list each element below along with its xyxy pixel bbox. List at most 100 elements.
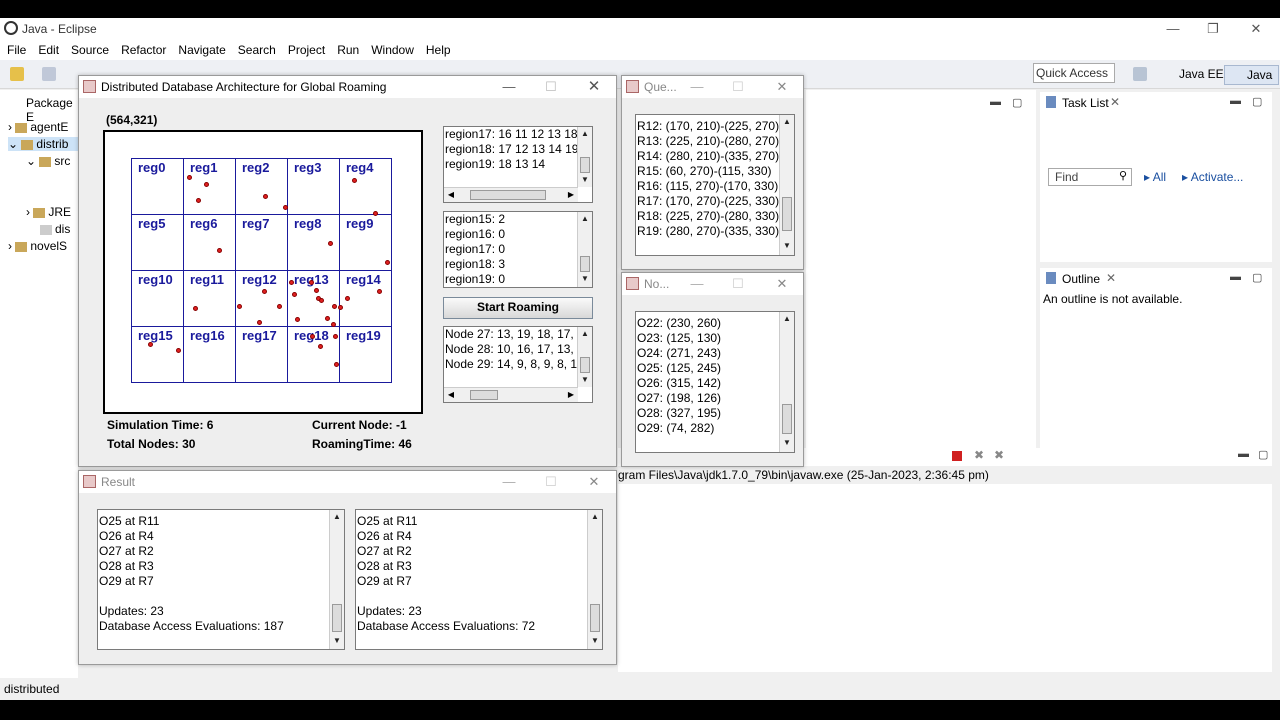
- restore-icon[interactable]: ❐: [1198, 20, 1228, 38]
- menu-search[interactable]: Search: [231, 40, 281, 57]
- scroll-left-icon[interactable]: ◀: [444, 388, 458, 402]
- tree-item-src[interactable]: ⌄ src: [26, 154, 70, 168]
- region-cell-reg1: reg1: [183, 158, 236, 215]
- scroll-thumb[interactable]: [580, 357, 590, 373]
- save-icon[interactable]: [42, 67, 56, 81]
- scroll-thumb[interactable]: [782, 404, 792, 434]
- open-perspective-icon[interactable]: [1133, 67, 1147, 81]
- scroll-thumb[interactable]: [580, 157, 590, 173]
- vertical-scrollbar[interactable]: ▲ ▼: [587, 510, 602, 649]
- scroll-up-icon[interactable]: ▲: [578, 127, 592, 141]
- scroll-up-icon[interactable]: ▲: [588, 510, 602, 524]
- terminate-icon[interactable]: [952, 451, 962, 461]
- scroll-up-icon[interactable]: ▲: [578, 327, 592, 341]
- menu-project[interactable]: Project: [281, 40, 330, 57]
- scroll-thumb[interactable]: [580, 256, 590, 272]
- find-input[interactable]: Find ⚲: [1048, 168, 1132, 186]
- minimize-icon[interactable]: ▬: [1230, 95, 1241, 107]
- scroll-up-icon[interactable]: ▲: [578, 212, 592, 226]
- nodes-list[interactable]: O22: (230, 260) O23: (125, 130) O24: (27…: [635, 311, 795, 453]
- maximize-icon[interactable]: ▢: [1252, 95, 1262, 108]
- region-count-list[interactable]: region15: 2 region16: 0 region17: 0 regi…: [443, 211, 593, 288]
- scroll-thumb[interactable]: [470, 390, 498, 400]
- perspective-java-ee[interactable]: Java EE: [1157, 65, 1230, 83]
- scroll-right-icon[interactable]: ▶: [564, 188, 578, 202]
- scroll-down-icon[interactable]: ▼: [780, 239, 794, 253]
- scroll-thumb[interactable]: [590, 604, 600, 632]
- scroll-down-icon[interactable]: ▼: [578, 272, 592, 286]
- horizontal-scrollbar[interactable]: ◀ ▶: [444, 387, 578, 402]
- list-item: Node 27: 13, 19, 18, 17, 1: [445, 327, 584, 341]
- minimize-icon[interactable]: ▬: [1230, 271, 1241, 283]
- menu-window[interactable]: Window: [364, 40, 419, 57]
- maximize-icon[interactable]: ▢: [1012, 96, 1022, 109]
- new-icon[interactable]: [10, 67, 24, 81]
- menu-edit[interactable]: Edit: [31, 40, 64, 57]
- close-icon[interactable]: ✕: [767, 78, 797, 96]
- outline-tab[interactable]: Outline: [1062, 272, 1100, 286]
- vertical-scrollbar[interactable]: ▲ ▼: [577, 127, 592, 187]
- scroll-left-icon[interactable]: ◀: [444, 188, 458, 202]
- vertical-scrollbar[interactable]: ▲ ▼: [329, 510, 344, 649]
- close-icon[interactable]: ✕: [1110, 95, 1120, 109]
- minimize-icon[interactable]: ▬: [990, 96, 1001, 108]
- maximize-icon[interactable]: ▢: [1252, 271, 1262, 284]
- activate-link[interactable]: ▸ Activate...: [1182, 170, 1243, 184]
- scroll-thumb[interactable]: [332, 604, 342, 632]
- scroll-right-icon[interactable]: ▶: [564, 388, 578, 402]
- scroll-thumb[interactable]: [782, 197, 792, 231]
- close-icon[interactable]: ✕: [1241, 20, 1271, 38]
- scroll-down-icon[interactable]: ▼: [330, 634, 344, 648]
- scroll-up-icon[interactable]: ▲: [780, 115, 794, 129]
- minimize-icon[interactable]: —: [682, 78, 712, 96]
- menu-run[interactable]: Run: [330, 40, 364, 57]
- minimize-icon[interactable]: —: [494, 473, 524, 491]
- menu-refactor[interactable]: Refactor: [114, 40, 171, 57]
- scroll-down-icon[interactable]: ▼: [578, 373, 592, 387]
- queries-list[interactable]: R12: (170, 210)-(225, 270) R13: (225, 21…: [635, 114, 795, 256]
- node-path-list[interactable]: Node 27: 13, 19, 18, 17, 1 Node 28: 10, …: [443, 326, 593, 403]
- total-nodes: Total Nodes: 30: [107, 437, 196, 451]
- quick-access-input[interactable]: Quick Access: [1033, 63, 1115, 83]
- result-list-left[interactable]: O25 at R11 O26 at R4 O27 at R2 O28 at R3…: [97, 509, 345, 650]
- list-item: region19: 18 13 14: [445, 157, 546, 171]
- remove-all-icon[interactable]: ✖: [994, 448, 1004, 462]
- tree-item-agent[interactable]: › agentE: [8, 120, 68, 134]
- region-grid-canvas[interactable]: reg0 reg1 reg2 reg3 reg4 reg5 reg6 reg7 reg8 reg9…: [103, 130, 423, 414]
- close-icon[interactable]: ✕: [579, 78, 609, 96]
- horizontal-scrollbar[interactable]: ◀ ▶: [444, 187, 578, 202]
- vertical-scrollbar[interactable]: ▲ ▼: [779, 115, 794, 255]
- minimize-icon[interactable]: —: [1158, 20, 1188, 38]
- tree-item-novel[interactable]: › novelS: [8, 239, 67, 253]
- region-neighbor-list[interactable]: region17: 16 11 12 13 18 region18: 17 12…: [443, 126, 593, 203]
- tree-item-distributed[interactable]: ⌄ distrib: [8, 137, 78, 151]
- scroll-up-icon[interactable]: ▲: [330, 510, 344, 524]
- scroll-down-icon[interactable]: ▼: [780, 436, 794, 450]
- tree-item-jre[interactable]: › JRE: [26, 205, 71, 219]
- minimize-icon[interactable]: ▬: [1238, 448, 1249, 460]
- menu-navigate[interactable]: Navigate: [171, 40, 230, 57]
- task-list-tab[interactable]: Task List: [1062, 96, 1109, 110]
- tree-item-dis[interactable]: dis: [40, 222, 70, 236]
- close-icon[interactable]: ✕: [579, 473, 609, 491]
- start-roaming-button[interactable]: Start Roaming: [443, 297, 593, 319]
- scroll-thumb[interactable]: [470, 190, 546, 200]
- vertical-scrollbar[interactable]: ▲ ▼: [577, 212, 592, 287]
- menu-source[interactable]: Source: [64, 40, 114, 57]
- remove-launch-icon[interactable]: ✖: [974, 448, 984, 462]
- menu-file[interactable]: File: [0, 40, 31, 57]
- close-icon[interactable]: ✕: [767, 275, 797, 293]
- minimize-icon[interactable]: —: [682, 275, 712, 293]
- maximize-icon[interactable]: ▢: [1258, 448, 1268, 461]
- minimize-icon[interactable]: —: [494, 78, 524, 96]
- menu-help[interactable]: Help: [419, 40, 456, 57]
- perspective-java[interactable]: Java: [1224, 65, 1280, 85]
- scroll-up-icon[interactable]: ▲: [780, 312, 794, 326]
- scroll-down-icon[interactable]: ▼: [578, 173, 592, 187]
- filter-all-link[interactable]: ▸ All: [1144, 170, 1166, 184]
- close-icon[interactable]: ✕: [1106, 271, 1116, 285]
- vertical-scrollbar[interactable]: ▲ ▼: [779, 312, 794, 452]
- vertical-scrollbar[interactable]: ▲ ▼: [577, 327, 592, 387]
- result-list-right[interactable]: O25 at R11 O26 at R4 O27 at R2 O28 at R3…: [355, 509, 603, 650]
- scroll-down-icon[interactable]: ▼: [588, 634, 602, 648]
